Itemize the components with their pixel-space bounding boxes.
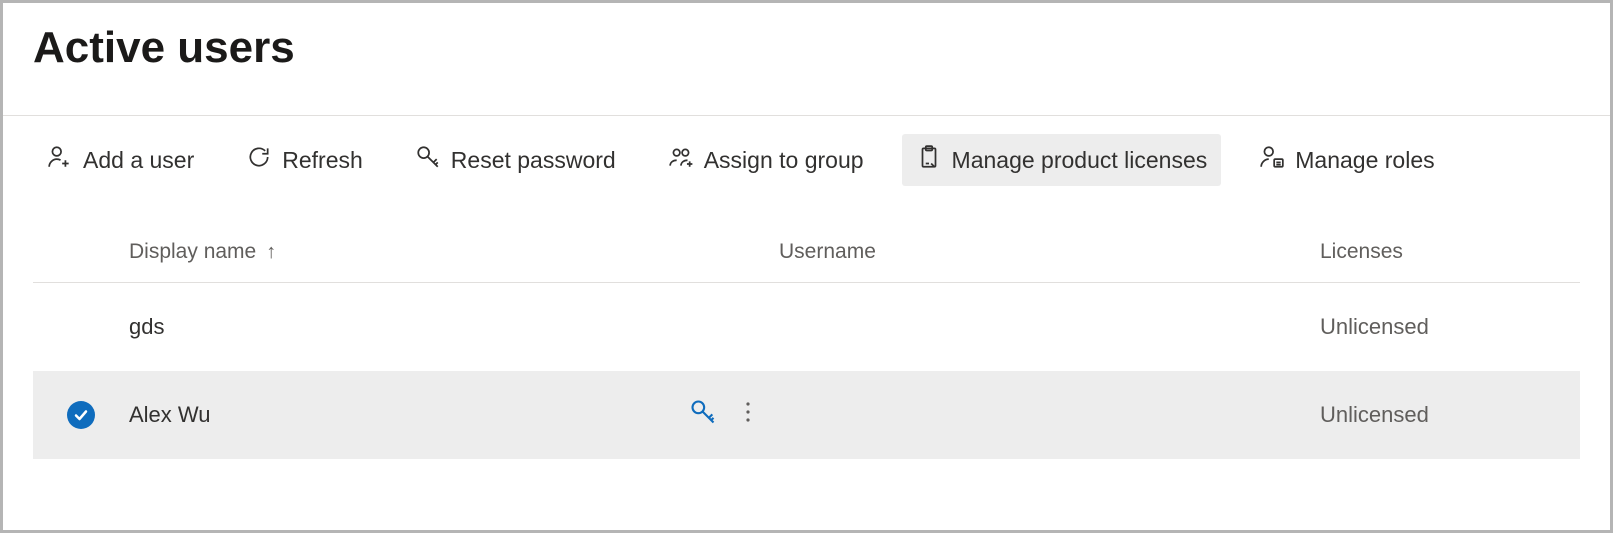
row-display-name[interactable]: gds [129,314,689,340]
key-icon[interactable] [689,398,717,432]
toolbar-label: Manage product licenses [952,147,1208,174]
row-display-name[interactable]: Alex Wu [129,402,689,428]
assign-to-group-button[interactable]: Assign to group [654,134,878,186]
row-licenses: Unlicensed [1320,402,1580,428]
group-add-icon [668,144,694,176]
person-role-icon [1259,144,1285,176]
more-icon[interactable] [745,401,751,429]
toolbar-label: Add a user [83,147,194,174]
col-username-header[interactable]: Username [779,240,1320,264]
col-licenses-header[interactable]: Licenses [1320,240,1580,264]
row-checkbox[interactable] [33,401,129,429]
person-add-icon [47,144,73,176]
refresh-icon [246,144,272,176]
column-label: Username [779,240,876,263]
users-table: Display name ↑ Username Licenses gds Unl… [33,222,1580,459]
add-user-button[interactable]: Add a user [33,134,208,186]
column-label: Display name [129,240,256,264]
table-row[interactable]: Alex Wu Unlicensed [33,371,1580,459]
refresh-button[interactable]: Refresh [232,134,377,186]
table-header: Display name ↑ Username Licenses [33,222,1580,283]
clipboard-icon [916,144,942,176]
toolbar-label: Manage roles [1295,147,1434,174]
toolbar-label: Reset password [451,147,616,174]
manage-roles-button[interactable]: Manage roles [1245,134,1448,186]
checkmark-icon [67,401,95,429]
row-licenses: Unlicensed [1320,314,1580,340]
key-icon [415,144,441,176]
col-display-header[interactable]: Display name ↑ [129,240,689,264]
column-label: Licenses [1320,240,1403,263]
row-actions [689,398,779,432]
sort-ascending-icon: ↑ [266,241,276,264]
toolbar-label: Refresh [282,147,363,174]
reset-password-button[interactable]: Reset password [401,134,630,186]
manage-product-licenses-button[interactable]: Manage product licenses [902,134,1222,186]
active-users-page: Active users Add a user Refresh [3,3,1610,459]
toolbar: Add a user Refresh Reset password [33,116,1580,204]
toolbar-label: Assign to group [704,147,864,174]
page-title: Active users [33,23,1580,73]
table-row[interactable]: gds Unlicensed [33,283,1580,371]
